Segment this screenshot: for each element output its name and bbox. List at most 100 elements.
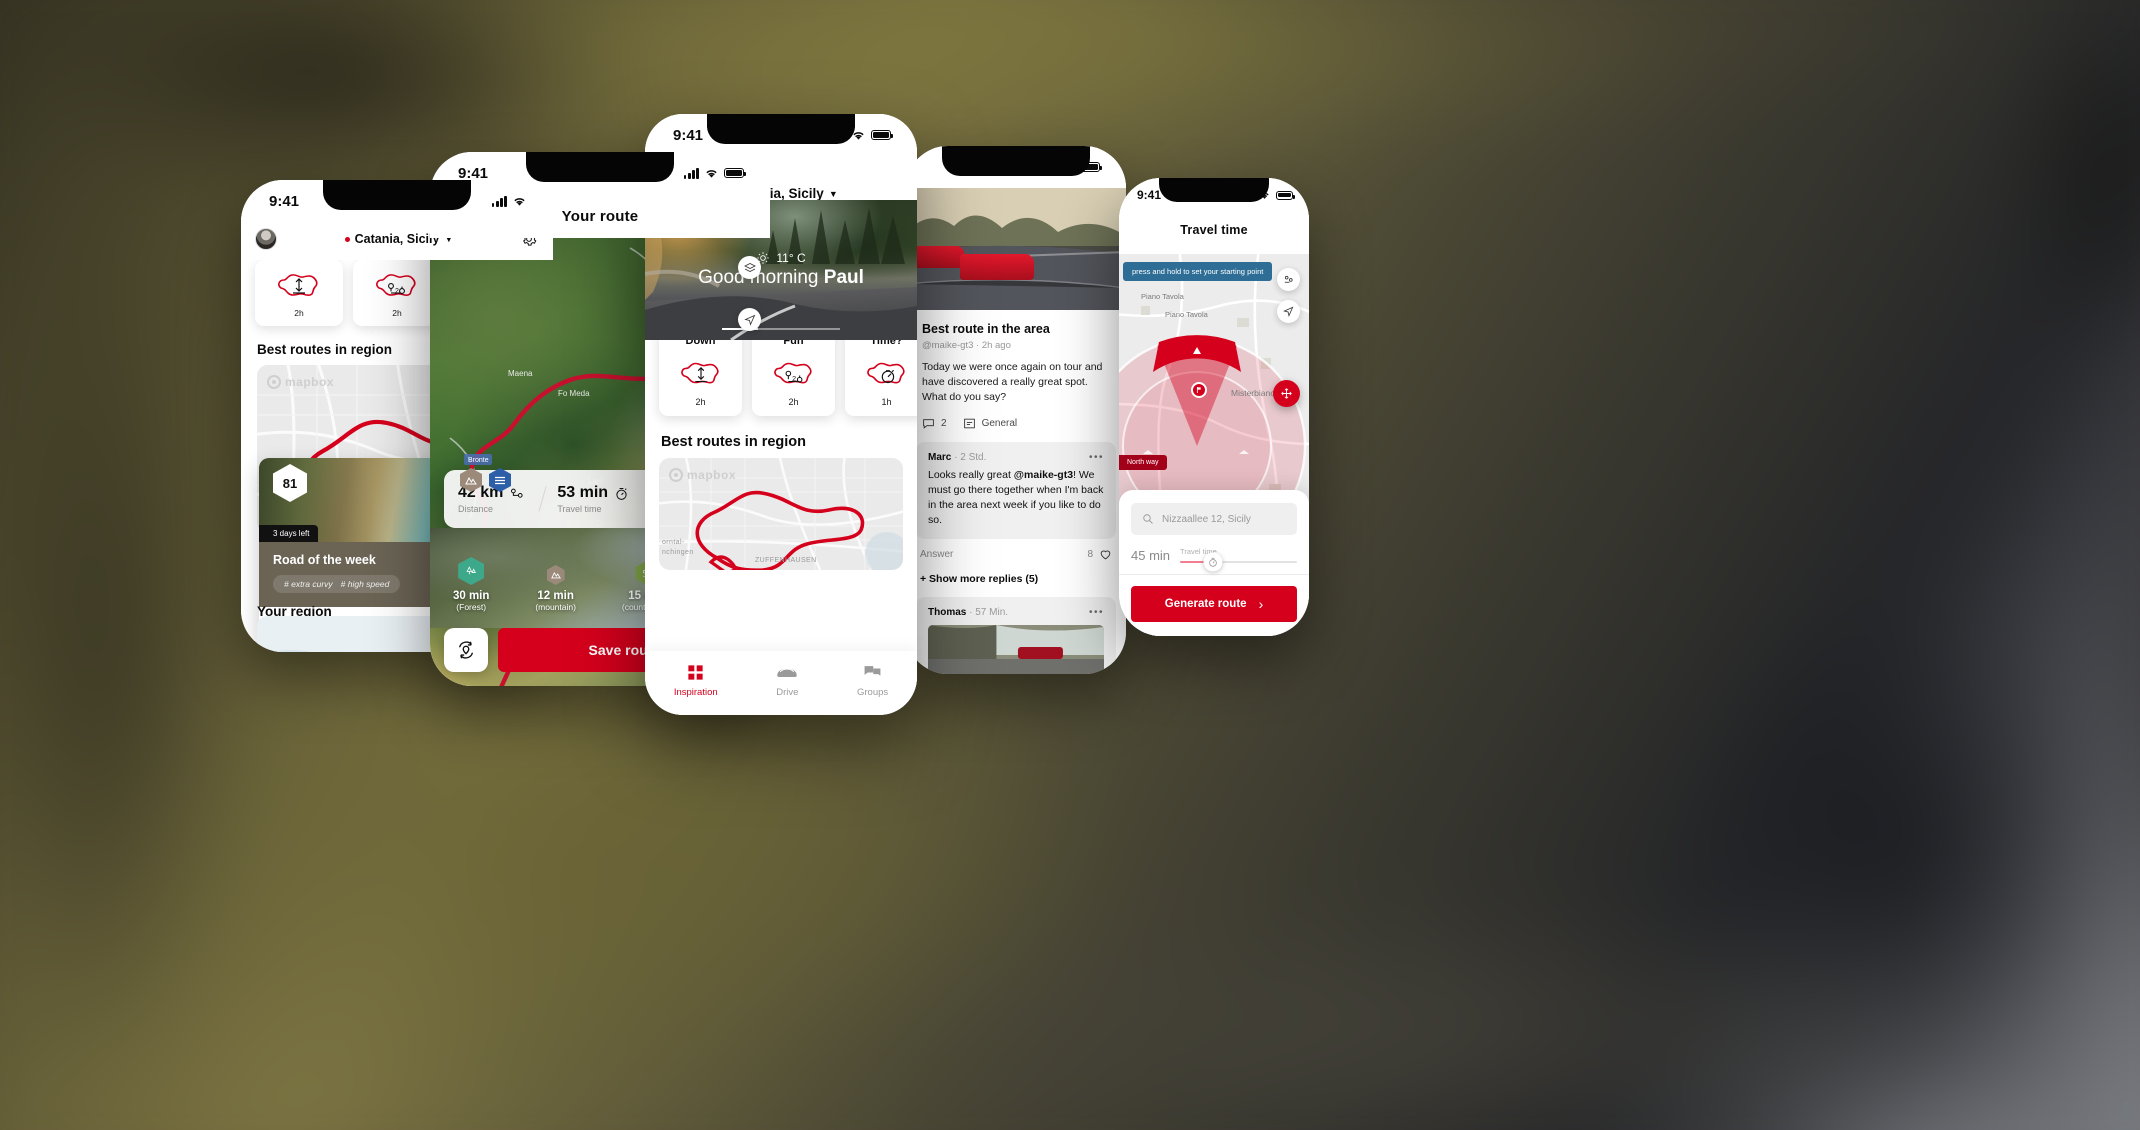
greeting: Good morning Paul	[698, 267, 864, 288]
show-more-replies[interactable]: + Show more replies (5)	[906, 571, 1126, 597]
location-dot-icon	[344, 236, 350, 242]
slider-label: Travel time	[1180, 547, 1217, 556]
status-time: 9:41	[269, 192, 300, 210]
svg-text:2: 2	[395, 288, 399, 295]
avatar[interactable]	[255, 228, 277, 250]
comment-author: Thomas	[928, 606, 967, 618]
chevron-down-icon: ▼	[828, 188, 838, 199]
page-title: Your route	[561, 207, 639, 225]
menu-icon[interactable]	[489, 468, 511, 492]
map-label: Piano Tavola	[1165, 310, 1208, 319]
mountain-icon	[546, 565, 565, 585]
grid-icon	[688, 664, 703, 680]
phone-travel-time: 9:41 Travel time press and hold to set y…	[1119, 178, 1309, 636]
layers-icon[interactable]	[738, 256, 761, 279]
user-name: Paul	[823, 267, 864, 288]
map-label: orntal-	[662, 539, 685, 546]
slider-knob[interactable]	[1203, 552, 1223, 572]
route-updown-icon	[680, 362, 719, 384]
porsche-roadster	[960, 254, 1034, 280]
comment-count[interactable]: 2	[922, 417, 947, 430]
car-icon	[777, 668, 798, 677]
days-left-badge: 3 days left	[259, 525, 319, 542]
answer-link[interactable]: Answer	[920, 549, 953, 560]
location-label: Catania, Sicily	[354, 232, 440, 246]
slider-value: 45 min	[1131, 547, 1171, 563]
battery-icon	[871, 130, 894, 140]
post-actions: 2 General	[906, 406, 1126, 442]
temperature: 11° C	[776, 251, 806, 265]
status-time: 9:41	[1137, 188, 1162, 202]
stopwatch-icon	[616, 487, 627, 500]
status-time: 9:41	[458, 164, 489, 182]
svg-text:Bronte: Bronte	[468, 457, 489, 464]
route-card[interactable]: 2h	[255, 260, 343, 326]
map-label: Misterbianco	[1231, 388, 1280, 398]
post-category[interactable]: General	[963, 417, 1017, 430]
chat-group-icon	[864, 665, 881, 676]
slider-track[interactable]	[1180, 552, 1297, 572]
notch	[526, 152, 674, 182]
mapbox-watermark: mapbox	[267, 375, 334, 389]
notch	[942, 146, 1090, 176]
route-curvy-icon: 2	[376, 274, 416, 297]
post-meta: @maike-gt3 · 2h ago	[922, 340, 1011, 351]
comment-author: Marc	[928, 451, 952, 463]
region-map[interactable]: mapbox orntal- nchingen ZUFFENHAUSEN	[659, 458, 903, 570]
generate-route-button[interactable]: Generate route ›	[1131, 586, 1297, 622]
regenerate-route-icon[interactable]	[444, 628, 488, 672]
notch	[1159, 178, 1269, 202]
like-count[interactable]: 8	[1087, 548, 1112, 561]
route-card-hours: 2h	[294, 308, 304, 318]
direction-badge: North way	[1119, 455, 1167, 470]
hero-carousel-indicator	[722, 327, 840, 330]
comment-photo[interactable]	[928, 624, 1104, 674]
wifi-icon	[706, 169, 717, 178]
post-title: Best route in the area	[922, 322, 1050, 336]
flag-marker-icon[interactable]	[1191, 382, 1207, 398]
comment: Thomas · 57 Min. ••• Really nice! We wer…	[916, 596, 1116, 674]
post-content: Best route in the area @maike-gt3 · 2h a…	[906, 310, 1126, 674]
map-hint-toast: press and hold to set your starting poin…	[1123, 262, 1273, 281]
post-body: Today we were once again on tour and hav…	[922, 361, 1103, 404]
notch	[323, 180, 471, 210]
svg-text:Maena: Maena	[508, 369, 533, 378]
expand-icon[interactable]	[1273, 380, 1300, 407]
route-card[interactable]: 2 2h	[353, 260, 441, 326]
search-icon	[1143, 514, 1153, 524]
bottom-tab-bar: Inspiration Drive Groups	[645, 651, 917, 715]
search-input[interactable]: Nizzaallee 12, Sicily	[1131, 503, 1297, 535]
navigate-icon[interactable]	[1277, 300, 1300, 323]
wifi-icon	[514, 197, 525, 206]
mention[interactable]: @maike-gt3	[1014, 469, 1073, 481]
more-icon[interactable]: •••	[1089, 452, 1104, 463]
score-badge: 81	[273, 464, 307, 502]
comment: Marc · 2 Std. ••• Looks really great @ma…	[916, 441, 1116, 539]
svg-text:2: 2	[792, 375, 796, 383]
tab-inspiration[interactable]: Inspiration	[674, 663, 718, 698]
stopwatch-icon	[1208, 557, 1217, 567]
more-icon[interactable]: •••	[1089, 607, 1104, 618]
comment-icon	[923, 418, 934, 429]
navigate-icon[interactable]	[738, 308, 761, 331]
comment-body: Looks really great @maike-gt3! We must g…	[928, 468, 1104, 527]
layers-icon[interactable]	[1277, 268, 1300, 291]
route-pin-icon	[511, 488, 523, 498]
route-timer-icon	[866, 362, 905, 384]
weather: 11° C	[756, 251, 806, 265]
stat-travel-time: 53 min Travel time	[557, 484, 645, 514]
article-icon	[963, 418, 975, 428]
map-label: nchingen	[662, 549, 694, 556]
section-title-best-routes: Best routes in region	[661, 434, 807, 450]
page-title: Travel time	[1180, 223, 1248, 237]
travel-time-appbar: Travel time	[1119, 212, 1309, 248]
route-updown-icon	[278, 274, 318, 297]
terrain-item: 12 min (mountain)	[535, 565, 576, 612]
tag: # high speed	[340, 579, 390, 589]
battery-icon	[1276, 190, 1296, 200]
porsche-coupe	[910, 246, 966, 268]
travel-time-slider-row: 45 min Travel time	[1119, 535, 1309, 575]
tab-groups[interactable]: Groups	[857, 663, 888, 698]
tab-drive[interactable]: Drive	[775, 663, 799, 698]
signal-icon	[491, 195, 507, 207]
